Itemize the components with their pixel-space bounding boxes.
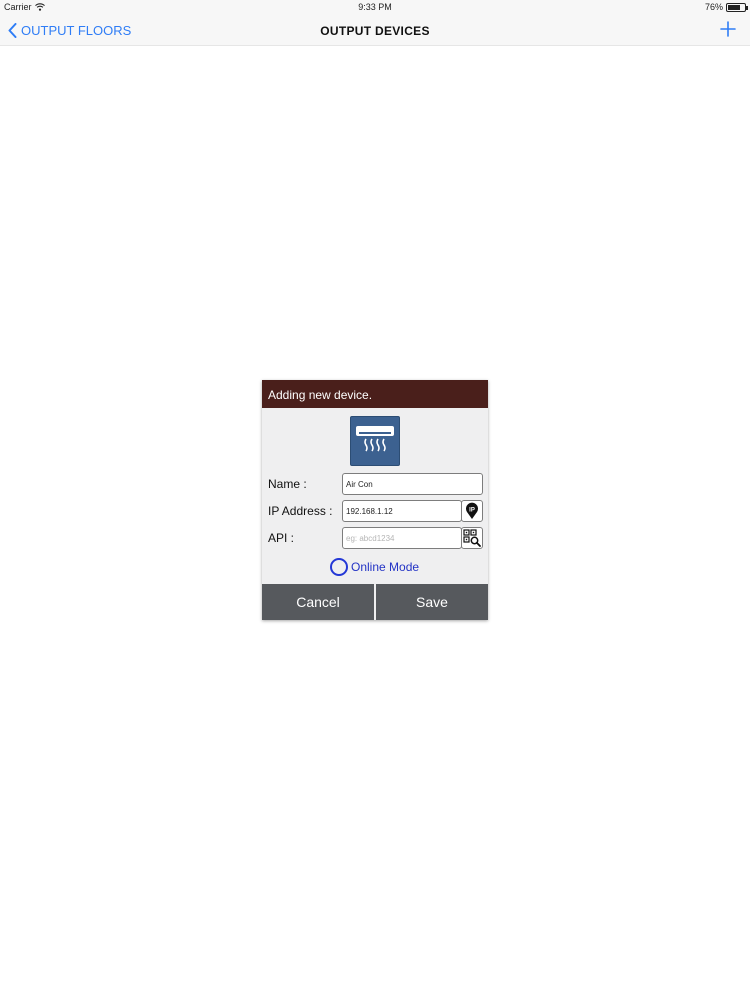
battery-icon — [726, 2, 748, 12]
cancel-button[interactable]: Cancel — [262, 584, 374, 620]
status-bar: Carrier 9:33 PM 76% — [0, 0, 750, 16]
battery-indicator: 76% — [704, 2, 748, 12]
name-row: Name : Air Con — [262, 473, 488, 495]
battery-fill — [728, 4, 741, 10]
dialog-header: Adding new device. — [262, 380, 488, 408]
api-row: API : eg: abcd1234 — [262, 527, 488, 549]
air-conditioner-icon — [350, 416, 400, 466]
api-label: API : — [268, 531, 295, 545]
api-field[interactable]: eg: abcd1234 — [342, 527, 462, 549]
ip-address-label: IP Address : — [268, 504, 333, 518]
online-mode-label: Online Mode — [351, 560, 420, 574]
navigation-bar: OUTPUT FLOORS OUTPUT DEVICES — [0, 16, 750, 46]
qr-scan-icon — [463, 529, 481, 547]
save-button[interactable]: Save — [376, 584, 488, 620]
online-mode-toggle[interactable]: Online Mode — [330, 558, 419, 576]
name-field[interactable]: Air Con — [342, 473, 483, 495]
ip-address-row: IP Address : 192.168.1.12 IP — [262, 500, 488, 522]
svg-text:IP: IP — [469, 508, 475, 514]
add-button[interactable] — [720, 21, 736, 42]
online-mode-radio[interactable] — [330, 558, 348, 576]
ip-location-icon: IP — [466, 502, 478, 519]
dialog-actions: Cancel Save — [262, 584, 488, 620]
page-title: OUTPUT DEVICES — [320, 24, 430, 38]
battery-percent: 76% — [704, 2, 723, 12]
ip-lookup-button[interactable]: IP — [461, 500, 483, 522]
ip-address-field[interactable]: 192.168.1.12 — [342, 500, 462, 522]
add-device-dialog: Adding new device. Name : Air Con IP Add… — [262, 380, 488, 620]
qr-scan-button[interactable] — [461, 527, 483, 549]
status-time: 9:33 PM — [358, 2, 392, 12]
plus-icon — [720, 21, 736, 37]
name-label: Name : — [268, 477, 307, 491]
